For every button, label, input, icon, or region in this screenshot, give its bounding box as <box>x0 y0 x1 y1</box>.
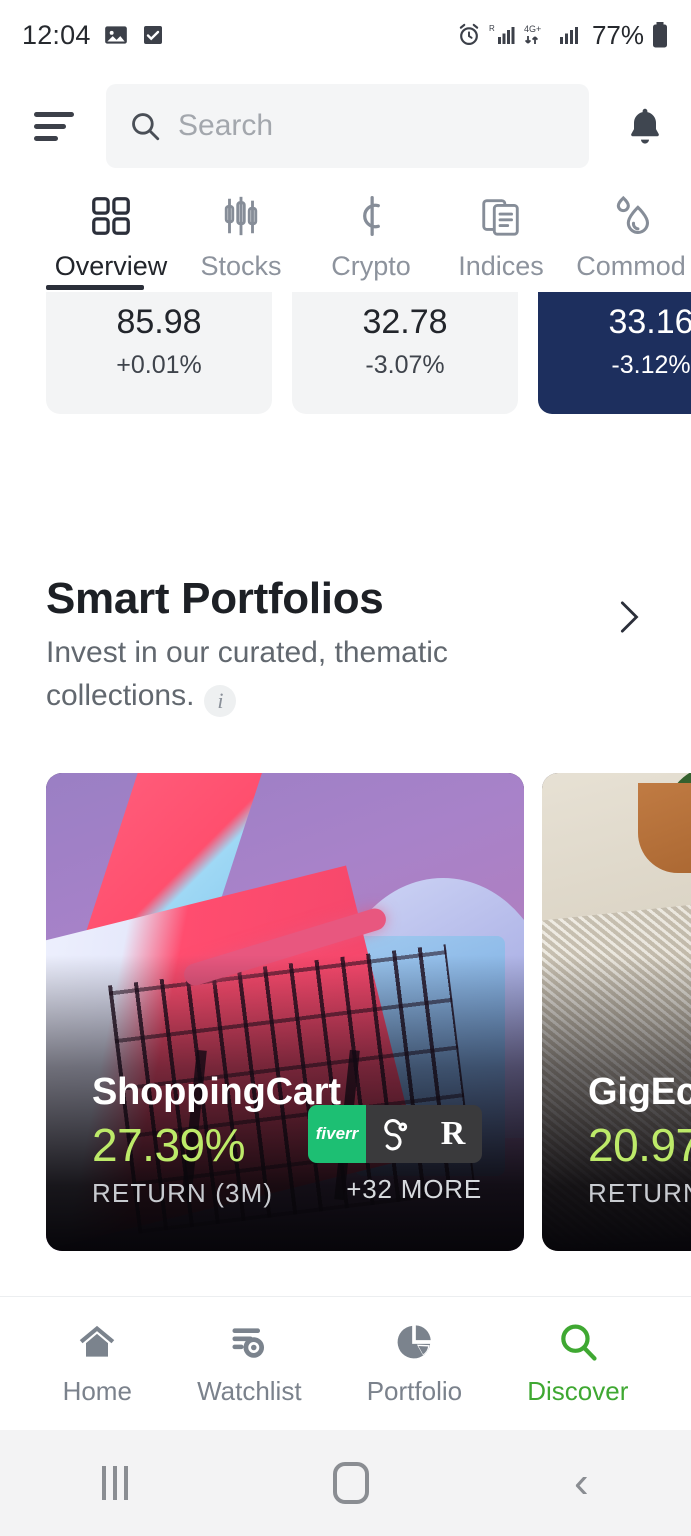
spiral-logo-icon <box>366 1105 424 1164</box>
network-4g-icon: 4G+ <box>524 22 552 48</box>
category-tabs: Overview Stocks Crypto Indices Commod <box>0 182 691 290</box>
nav-label: Home <box>62 1376 132 1406</box>
svg-text:R: R <box>489 24 495 33</box>
hamburger-line <box>34 123 66 129</box>
image-icon <box>103 22 129 48</box>
hamburger-line <box>34 111 74 117</box>
ticker-symbol: LLYVK <box>606 292 691 294</box>
ticker-symbol: CL.NOV23 <box>89 292 228 294</box>
cent-currency-icon <box>348 193 394 239</box>
tab-label: Crypto <box>331 251 411 281</box>
smart-portfolios-section: Smart Portfolios Invest in our curated, … <box>0 574 691 717</box>
tab-label: Commod <box>576 251 686 281</box>
recents-bar <box>102 1466 107 1500</box>
bell-icon[interactable] <box>623 104 667 148</box>
ticker-price: 33.16 <box>608 303 691 341</box>
documents-icon <box>478 193 524 239</box>
recents-bar <box>113 1466 118 1500</box>
app-header: Search <box>0 70 691 182</box>
nav-label: Discover <box>527 1376 629 1406</box>
section-subtitle: Invest in our curated, thematic collecti… <box>46 632 476 717</box>
pie-chart-icon <box>390 1320 438 1364</box>
search-input[interactable]: Search <box>106 84 589 168</box>
section-subtitle-text: Invest in our curated, thematic collecti… <box>46 636 448 712</box>
signal-icon: R <box>489 22 517 48</box>
nav-label: Portfolio <box>366 1376 463 1406</box>
section-header-text: Smart Portfolios Invest in our curated, … <box>46 574 476 717</box>
search-discover-icon <box>554 1320 602 1364</box>
ticker-price: 85.98 <box>116 303 202 341</box>
holdings-more-label: +32 MORE <box>346 1174 482 1205</box>
battery-icon <box>651 21 669 49</box>
tab-label: Stocks <box>200 251 282 281</box>
status-bar-right: R 4G+ 77% <box>456 20 669 51</box>
watchlist-eye-icon <box>225 1320 273 1364</box>
ticker-carousel[interactable]: CL.NOV23 85.98 +0.01% LLYVA 32.78 -3.07%… <box>0 292 691 462</box>
home-icon <box>73 1320 121 1364</box>
ticker-price: 32.78 <box>362 303 448 341</box>
status-bar: 12:04 R 4G+ 77% <box>0 0 691 70</box>
portfolio-return-caption: RETURN ( <box>588 1178 691 1209</box>
portfolio-card-carousel[interactable]: ShoppingCart 27.39% RETURN (3M) fiverr R… <box>0 773 691 1252</box>
svg-text:4G+: 4G+ <box>524 24 541 34</box>
ticker-symbol: LLYVA <box>361 292 450 294</box>
photo-plant-pot <box>637 782 691 873</box>
holdings-logo-group: fiverr R <box>308 1105 482 1164</box>
home-square-icon[interactable] <box>333 1462 370 1504</box>
nav-label: Watchlist <box>197 1376 302 1406</box>
nav-item-discover[interactable]: Discover <box>527 1320 628 1407</box>
status-time: 12:04 <box>22 19 91 50</box>
tab-commodities[interactable]: Commod <box>566 193 691 290</box>
tab-crypto[interactable]: Crypto <box>306 193 436 290</box>
tab-label: Indices <box>458 251 544 281</box>
battery-percent: 77% <box>591 19 644 50</box>
active-tab-indicator <box>46 285 144 290</box>
tab-label: Overview <box>54 251 168 281</box>
nav-item-watchlist[interactable]: Watchlist <box>197 1320 302 1407</box>
ticker-change: -3.07% <box>365 351 445 379</box>
candlestick-icon <box>218 193 264 239</box>
portfolio-card-shoppingcart[interactable]: ShoppingCart 27.39% RETURN (3M) fiverr R… <box>46 773 524 1252</box>
r-logo-icon: R <box>424 1105 482 1164</box>
portfolio-card-gigeconomy[interactable]: GigEco 20.97 RETURN ( <box>542 773 691 1252</box>
signal-2-icon <box>559 22 583 48</box>
recents-icon[interactable] <box>102 1466 129 1500</box>
nav-item-home[interactable]: Home <box>63 1320 132 1407</box>
android-system-nav: ‹ <box>0 1430 691 1536</box>
portfolio-return-value: 20.97 <box>588 1119 691 1172</box>
page-title: Smart Portfolios <box>46 574 384 623</box>
recents-bar <box>124 1466 129 1500</box>
chevron-right-icon[interactable] <box>611 594 645 640</box>
info-icon[interactable]: i <box>204 684 237 717</box>
search-icon <box>128 109 162 143</box>
alarm-icon <box>456 22 482 48</box>
tab-indices[interactable]: Indices <box>436 193 566 290</box>
back-chevron-icon[interactable]: ‹ <box>574 1461 589 1505</box>
tab-overview[interactable]: Overview <box>46 193 176 290</box>
hamburger-line <box>34 135 58 141</box>
grid-icon <box>88 193 134 239</box>
hamburger-menu-icon[interactable] <box>34 111 78 141</box>
status-bar-left: 12:04 <box>22 20 165 51</box>
checkbox-icon <box>141 23 165 47</box>
portfolio-name: GigEco <box>588 1071 691 1114</box>
nav-item-portfolio[interactable]: Portfolio <box>367 1320 462 1407</box>
ticker-card[interactable]: CL.NOV23 85.98 +0.01% <box>46 292 272 414</box>
search-placeholder: Search <box>178 109 274 142</box>
app-screen: 12:04 R 4G+ 77% Search Overview Stocks C… <box>0 0 691 1536</box>
ticker-card[interactable]: LLYVA 32.78 -3.07% <box>292 292 518 414</box>
tab-stocks[interactable]: Stocks <box>176 193 306 290</box>
ticker-card-highlighted[interactable]: LLYVK 33.16 -3.12% <box>538 292 691 414</box>
ticker-change: +0.01% <box>116 351 202 379</box>
section-header[interactable]: Smart Portfolios Invest in our curated, … <box>46 574 645 717</box>
card-text-block: GigEco 20.97 RETURN ( <box>588 1071 691 1209</box>
oil-droplet-icon <box>608 193 654 239</box>
bottom-navigation: Home Watchlist Portfolio Discover <box>0 1296 691 1430</box>
ticker-change: -3.12% <box>611 351 691 379</box>
fiverr-logo-icon: fiverr <box>308 1105 366 1164</box>
